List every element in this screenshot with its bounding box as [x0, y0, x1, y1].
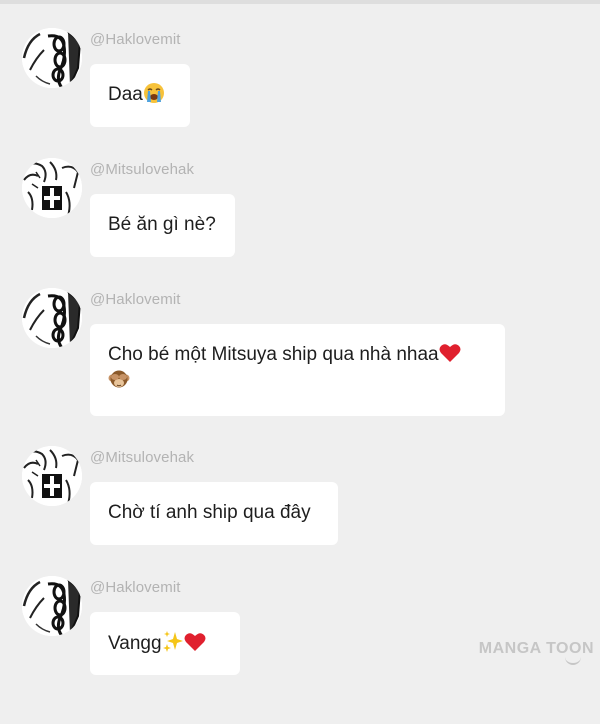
username[interactable]: @Haklovemit — [90, 579, 181, 596]
red-heart-icon — [184, 633, 206, 651]
sparkles-icon — [162, 631, 183, 652]
message-text: Daa — [108, 84, 143, 105]
watermark-text: MANGA TOON — [478, 640, 594, 657]
username[interactable]: @Haklovemit — [90, 291, 181, 308]
message-bubble[interactable]: Cho bé một Mitsuya ship qua nhà nhaa — [90, 324, 505, 416]
mangatoon-watermark: MANGA TOON — [478, 640, 594, 665]
message-text: Bé ăn gì nè? — [108, 214, 216, 235]
avatar-image — [22, 576, 82, 636]
message-text: Chờ tí anh ship qua đây — [108, 502, 311, 523]
avatar-image — [22, 28, 82, 88]
username[interactable]: @Haklovemit — [90, 31, 181, 48]
message-text: Vangg — [108, 633, 162, 654]
username[interactable]: @Mitsulovehak — [90, 161, 194, 178]
red-heart-icon — [439, 344, 461, 362]
loudly-crying-face-icon — [143, 83, 164, 103]
message-bubble[interactable]: Bé ăn gì nè? — [90, 194, 235, 257]
avatar-haklovemit[interactable] — [22, 28, 82, 88]
message-bubble[interactable]: Chờ tí anh ship qua đây — [90, 482, 338, 545]
message-text: Cho bé một Mitsuya ship qua nhà nhaa — [108, 344, 439, 365]
avatar-image — [22, 158, 82, 218]
username[interactable]: @Mitsulovehak — [90, 449, 194, 466]
chat-thread[interactable]: @Haklovemit Daa @Mitsulovehak Bé ăn gì n… — [0, 0, 600, 724]
avatar-haklovemit[interactable] — [22, 576, 82, 636]
avatar-image — [22, 446, 82, 506]
message-bubble[interactable]: Vangg — [90, 612, 240, 675]
avatar-haklovemit[interactable] — [22, 288, 82, 348]
avatar-mitsulovehak[interactable] — [22, 158, 82, 218]
avatar-image — [22, 288, 82, 348]
see-no-evil-monkey-icon — [108, 370, 130, 388]
message-bubble[interactable]: Daa — [90, 64, 190, 127]
avatar-mitsulovehak[interactable] — [22, 446, 82, 506]
